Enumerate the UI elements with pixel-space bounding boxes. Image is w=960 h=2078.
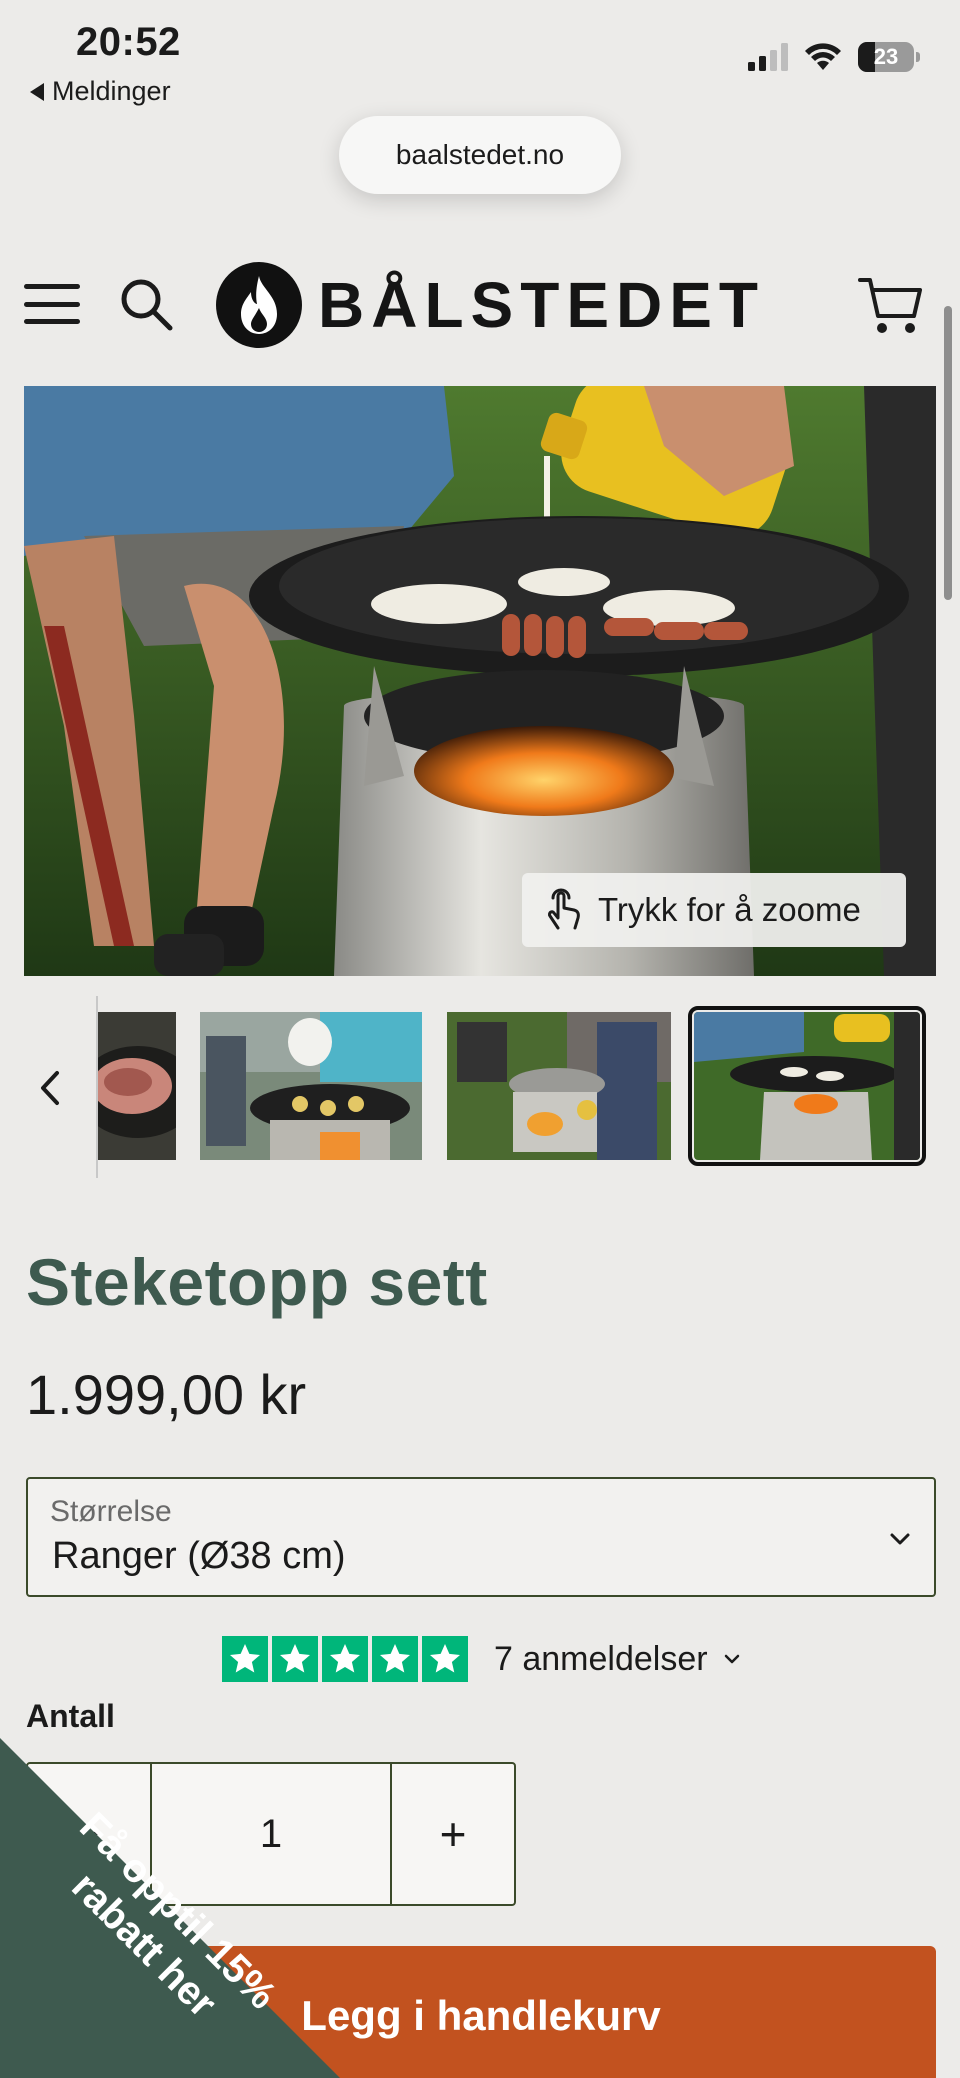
thumbnail-strip: [0, 996, 960, 1180]
battery-level: 23: [873, 44, 899, 69]
star-icon: [272, 1636, 318, 1682]
back-app-label: Meldinger: [52, 76, 171, 106]
chevron-down-icon: [890, 1533, 910, 1545]
zoom-hint-label: Trykk for å zoome: [598, 891, 861, 928]
star-icon: [422, 1636, 468, 1682]
star-icon: [372, 1636, 418, 1682]
site-header: BÅLSTEDET: [0, 228, 960, 386]
add-to-cart-label: Legg i handlekurv: [301, 1992, 661, 2039]
product-main-image[interactable]: Trykk for å zoome: [24, 386, 936, 976]
search-icon[interactable]: [118, 276, 174, 332]
wifi-icon: [805, 43, 841, 70]
chevron-down-icon: [724, 1654, 739, 1664]
system-icons: 23: [748, 42, 920, 72]
status-time: 20:52: [76, 20, 181, 64]
quantity-increase-button[interactable]: +: [392, 1764, 514, 1904]
thumbnail-2[interactable]: [200, 1012, 422, 1160]
reviews-summary[interactable]: 7 anmeldelser: [222, 1636, 742, 1682]
battery-icon: 23: [858, 42, 920, 72]
reviews-count: 7 anmeldelser: [494, 1639, 708, 1678]
cart-icon[interactable]: [858, 272, 924, 338]
trustpilot-stars: [222, 1636, 468, 1682]
flame-logo-icon: [216, 262, 302, 348]
star-icon: [322, 1636, 368, 1682]
thumbnail-4-selected[interactable]: [688, 1006, 926, 1166]
logo-text: BÅLSTEDET: [318, 269, 765, 341]
cellular-signal-icon: [748, 43, 788, 71]
size-selected-value: Ranger (Ø38 cm): [52, 1535, 346, 1577]
status-bar: 20:52 Meldinger 23: [0, 0, 960, 110]
reviews-count-toggle[interactable]: 7 anmeldelser: [494, 1640, 742, 1679]
size-label: Størrelse: [50, 1495, 172, 1528]
page-scrollbar[interactable]: [944, 306, 952, 600]
zoom-hint-button[interactable]: Trykk for å zoome: [522, 873, 906, 947]
thumbnail-3[interactable]: [447, 1012, 671, 1160]
menu-icon[interactable]: [24, 284, 80, 324]
back-to-app-link[interactable]: Meldinger: [30, 76, 171, 107]
site-logo[interactable]: BÅLSTEDET: [216, 260, 765, 350]
size-dropdown[interactable]: Størrelse Ranger (Ø38 cm): [26, 1477, 936, 1597]
back-arrow-icon: [30, 82, 44, 101]
quantity-input[interactable]: 1: [152, 1764, 392, 1904]
product-price: 1.999,00 kr: [26, 1363, 307, 1426]
chevron-left-icon: [41, 1071, 59, 1105]
product-title: Steketopp sett: [26, 1245, 488, 1319]
star-icon: [222, 1636, 268, 1682]
tap-hand-icon: [548, 888, 580, 930]
thumbnail-prev-button[interactable]: [30, 1066, 70, 1110]
thumbnail-1[interactable]: [98, 1012, 176, 1160]
address-bar[interactable]: baalstedet.no: [339, 116, 621, 194]
quantity-label: Antall: [26, 1698, 115, 1734]
